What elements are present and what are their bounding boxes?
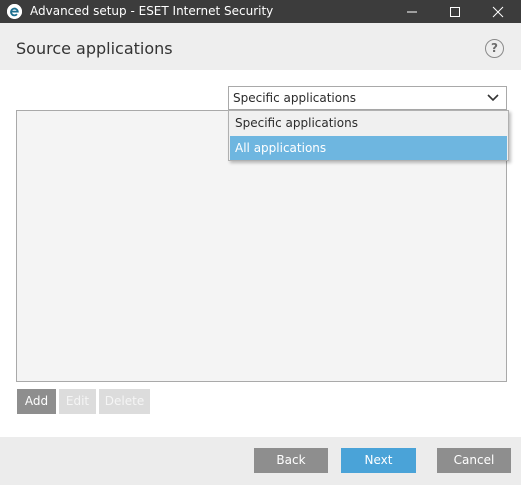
option-all-applications[interactable]: All applications bbox=[230, 136, 507, 160]
source-select-dropdown: Specific applications All applications bbox=[228, 110, 509, 161]
next-button[interactable]: Next bbox=[341, 448, 416, 473]
title-bar: Advanced setup - ESET Internet Security bbox=[0, 0, 521, 23]
cancel-button[interactable]: Cancel bbox=[437, 448, 511, 473]
option-label: Specific applications bbox=[235, 116, 358, 130]
edit-button[interactable]: Edit bbox=[59, 389, 96, 414]
delete-button[interactable]: Delete bbox=[99, 389, 150, 414]
back-button[interactable]: Back bbox=[254, 448, 328, 473]
minimize-icon bbox=[407, 11, 417, 13]
eset-logo-icon bbox=[7, 4, 22, 19]
option-specific-applications[interactable]: Specific applications bbox=[230, 111, 507, 135]
close-button[interactable] bbox=[475, 0, 521, 23]
source-select-value: Specific applications bbox=[233, 91, 356, 105]
minimize-button[interactable] bbox=[389, 0, 435, 23]
dialog-footer: Back Next Cancel bbox=[0, 437, 521, 485]
help-button[interactable]: ? bbox=[485, 39, 504, 58]
add-button[interactable]: Add bbox=[17, 389, 56, 414]
dialog-header: Source applications ? bbox=[0, 23, 521, 70]
page-title: Source applications bbox=[16, 39, 173, 58]
chevron-down-icon bbox=[487, 94, 499, 102]
option-label: All applications bbox=[235, 141, 327, 155]
help-icon: ? bbox=[491, 41, 498, 55]
source-select[interactable]: Specific applications bbox=[228, 86, 507, 110]
maximize-button[interactable] bbox=[432, 0, 478, 23]
window-title: Advanced setup - ESET Internet Security bbox=[30, 4, 274, 18]
maximize-icon bbox=[450, 7, 460, 17]
close-icon bbox=[492, 6, 504, 18]
